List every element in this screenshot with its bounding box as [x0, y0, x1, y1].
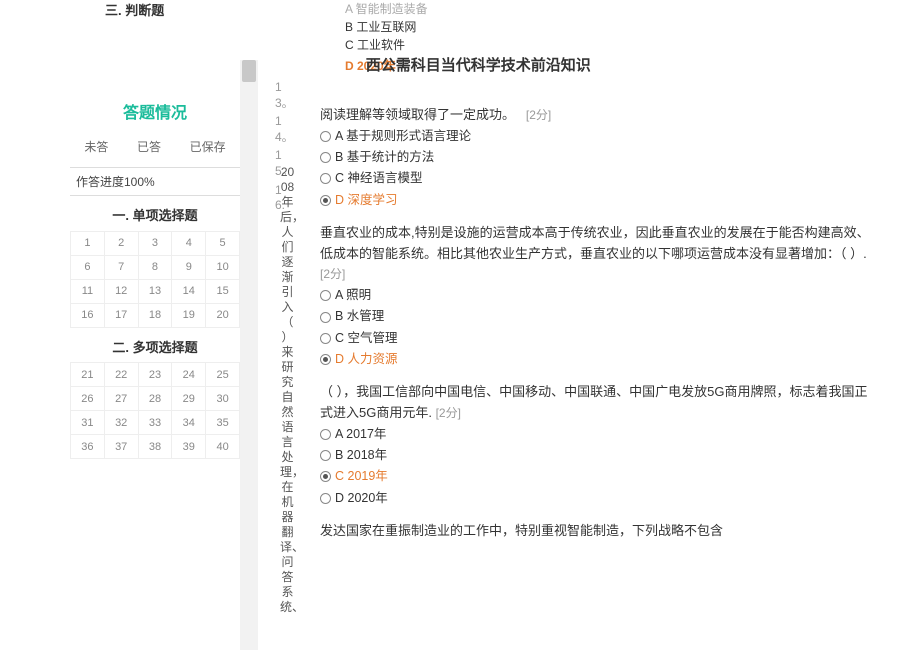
- question-cell[interactable]: 37: [105, 435, 139, 459]
- question-14: 垂直农业的成本,特别是设施的运营成本高于传统农业，因此垂直农业的发展在于能否构建…: [320, 223, 880, 370]
- question-cell[interactable]: 27: [105, 387, 139, 411]
- question-grid-2: 2122232425 2627282930 3132333435 3637383940: [70, 362, 240, 459]
- radio-checked-icon: [320, 195, 331, 206]
- question-cell[interactable]: 18: [139, 304, 173, 328]
- question-cell[interactable]: 32: [105, 411, 139, 435]
- opt-b-tail: B 工业互联网: [345, 18, 880, 36]
- question-cell[interactable]: 30: [206, 387, 240, 411]
- question-cell[interactable]: 8: [139, 256, 173, 280]
- judge-section-header: 三. 判断题: [105, 0, 240, 19]
- q16-stem: 发达国家在重振制造业的工作中，特别重视智能制造，下列战略不包含: [320, 521, 880, 542]
- question-cell[interactable]: 34: [172, 411, 206, 435]
- question-cell[interactable]: 17: [105, 304, 139, 328]
- progress-text: 作答进度100%: [70, 167, 240, 196]
- q15-opt-b[interactable]: B 2018年: [320, 445, 880, 466]
- question-cell[interactable]: 12: [105, 280, 139, 304]
- q15-opt-a[interactable]: A 2017年: [320, 424, 880, 445]
- opt-a-tail: A 智能制造装备: [345, 0, 880, 18]
- question-cell[interactable]: 39: [172, 435, 206, 459]
- q13-opt-a[interactable]: A 基于规则形式语言理论: [320, 126, 880, 147]
- radio-icon: [320, 493, 331, 504]
- answer-status-title: 答题情况: [70, 99, 240, 123]
- section1-title: 一. 单项选择题: [70, 206, 240, 226]
- question-cell[interactable]: 2: [105, 232, 139, 256]
- question-cell[interactable]: 36: [71, 435, 105, 459]
- question-cell[interactable]: 19: [172, 304, 206, 328]
- opt-c-tail: C 工业软件: [345, 36, 880, 54]
- question-grid-1: 1234567891011121314151617181920: [70, 231, 240, 328]
- question-cell[interactable]: 1: [71, 232, 105, 256]
- question-15: （ ），我国工信部向中国电信、中国移动、中国联通、中国广电发放5G商用牌照，标志…: [320, 382, 880, 509]
- radio-checked-icon: [320, 354, 331, 365]
- radio-icon: [320, 173, 331, 184]
- status-legend: 未答 已答 已保存: [70, 138, 240, 155]
- question-cell[interactable]: 40: [206, 435, 240, 459]
- question-cell[interactable]: 25: [206, 363, 240, 387]
- document-title: 西公需科目当代科学技术前沿知识: [366, 54, 591, 75]
- question-cell[interactable]: 11: [71, 280, 105, 304]
- status-answered: 已答: [137, 138, 161, 155]
- question-16: 发达国家在重振制造业的工作中，特别重视智能制造，下列战略不包含: [320, 521, 880, 542]
- question-cell[interactable]: 20: [206, 304, 240, 328]
- q14-opt-d[interactable]: D 人力资源: [320, 349, 880, 370]
- q14-opt-a[interactable]: A 照明: [320, 285, 880, 306]
- question-cell[interactable]: 23: [139, 363, 173, 387]
- question-cell[interactable]: 14: [172, 280, 206, 304]
- question-cell[interactable]: 24: [172, 363, 206, 387]
- q14-stem: 垂直农业的成本,特别是设施的运营成本高于传统农业，因此垂直农业的发展在于能否构建…: [320, 223, 880, 285]
- radio-icon: [320, 290, 331, 301]
- top-tail-options: A 智能制造装备 B 工业互联网 C 工业软件 D 2020年 西公需科目当代科…: [320, 0, 880, 75]
- scrollbar-thumb[interactable]: [242, 60, 256, 82]
- radio-icon: [320, 131, 331, 142]
- question-cell[interactable]: 10: [206, 256, 240, 280]
- q15-stem: （ ），我国工信部向中国电信、中国移动、中国联通、中国广电发放5G商用牌照，标志…: [320, 382, 880, 424]
- scrollbar-track[interactable]: [240, 60, 258, 650]
- question-cell[interactable]: 9: [172, 256, 206, 280]
- q13-opt-d[interactable]: D 深度学习: [320, 190, 880, 211]
- question-cell[interactable]: 26: [71, 387, 105, 411]
- question-cell[interactable]: 16: [71, 304, 105, 328]
- radio-icon: [320, 312, 331, 323]
- q13-stem: 阅读理解等领域取得了一定成功。 [2分]: [320, 105, 880, 126]
- q15-opt-d[interactable]: D 2020年: [320, 488, 880, 509]
- question-cell[interactable]: 5: [206, 232, 240, 256]
- question-cell[interactable]: 15: [206, 280, 240, 304]
- radio-checked-icon: [320, 471, 331, 482]
- radio-icon: [320, 152, 331, 163]
- question-cell[interactable]: 6: [71, 256, 105, 280]
- vertical-stem-text: 2008年后，人们逐渐引入（ ）来研究自然语言处理，在机器翻译、问答系统、: [280, 165, 295, 615]
- question-cell[interactable]: 13: [139, 280, 173, 304]
- q14-opt-c[interactable]: C 空气管理: [320, 328, 880, 349]
- question-cell[interactable]: 7: [105, 256, 139, 280]
- status-unanswered: 未答: [84, 138, 108, 155]
- question-cell[interactable]: 28: [139, 387, 173, 411]
- q15-opt-c[interactable]: C 2019年: [320, 466, 880, 487]
- radio-icon: [320, 450, 331, 461]
- question-cell[interactable]: 4: [172, 232, 206, 256]
- status-saved: 已保存: [190, 138, 226, 155]
- question-cell[interactable]: 38: [139, 435, 173, 459]
- q13-opt-c[interactable]: C 神经语言模型: [320, 168, 880, 189]
- section2-title: 二. 多项选择题: [70, 338, 240, 358]
- question-13: 阅读理解等领域取得了一定成功。 [2分] A 基于规则形式语言理论 B 基于统计…: [320, 105, 880, 211]
- question-cell[interactable]: 21: [71, 363, 105, 387]
- question-cell[interactable]: 22: [105, 363, 139, 387]
- question-cell[interactable]: 3: [139, 232, 173, 256]
- radio-icon: [320, 429, 331, 440]
- question-cell[interactable]: 35: [206, 411, 240, 435]
- q13-opt-b[interactable]: B 基于统计的方法: [320, 147, 880, 168]
- question-cell[interactable]: 29: [172, 387, 206, 411]
- q14-opt-b[interactable]: B 水管理: [320, 306, 880, 327]
- question-cell[interactable]: 33: [139, 411, 173, 435]
- question-cell[interactable]: 31: [71, 411, 105, 435]
- radio-icon: [320, 333, 331, 344]
